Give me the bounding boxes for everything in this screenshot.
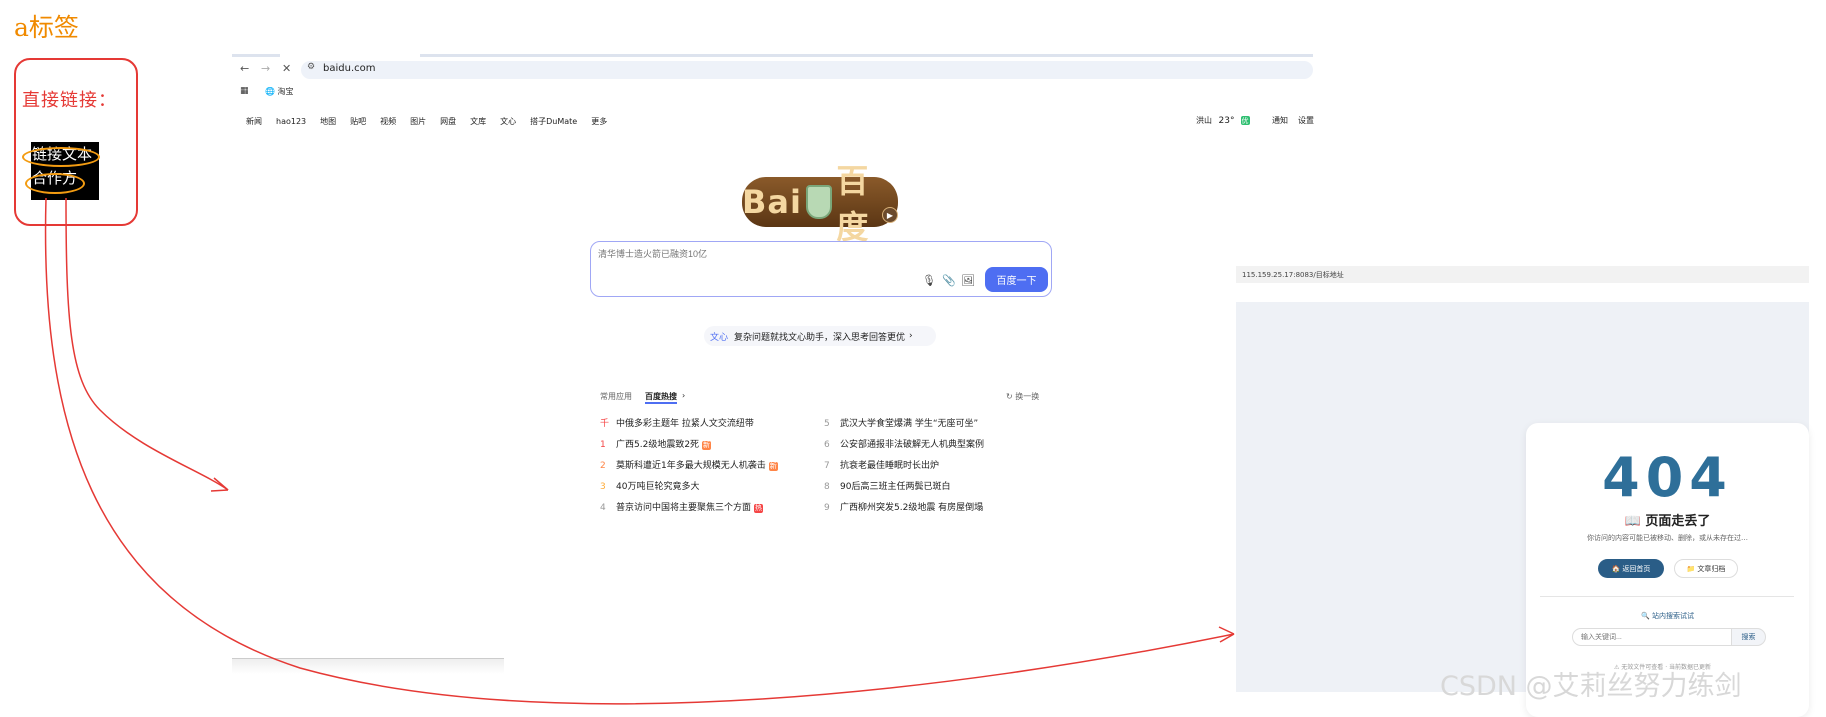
- back-icon[interactable]: ←: [240, 62, 249, 75]
- logo-text-bai: Bai: [742, 183, 802, 221]
- hot-item[interactable]: 8 90后高三班主任两鬓已斑白: [824, 479, 950, 492]
- site-search-button[interactable]: 搜索: [1731, 628, 1766, 646]
- hot-item[interactable]: 6 公安部通报非法破解无人机典型案例: [824, 437, 984, 450]
- wenxin-banner[interactable]: 文心 复杂问题就找文心助手，深入思考回答更优 ›: [704, 326, 936, 346]
- nav-tieba[interactable]: 贴吧: [350, 117, 366, 126]
- chevron-right-icon: ›: [682, 391, 686, 400]
- refresh-button[interactable]: ↻ 换一换: [1006, 391, 1039, 402]
- close-icon[interactable]: ✕: [282, 62, 291, 75]
- rank: 5: [824, 419, 830, 429]
- nav-pan[interactable]: 网盘: [440, 117, 456, 126]
- hot-item[interactable]: 7 抗衰老最佳睡眠时长出炉: [824, 458, 939, 471]
- forward-icon[interactable]: →: [261, 62, 270, 75]
- hot-item[interactable]: 2 莫斯科遭近1年多最大规模无人机袭击新: [600, 458, 778, 471]
- new-badge: 新: [768, 462, 778, 471]
- rank: 6: [824, 440, 830, 450]
- divider: [1540, 596, 1794, 597]
- wenxin-text: 复杂问题就找文心助手，深入思考回答更优: [734, 332, 906, 343]
- tab-common-apps[interactable]: 常用应用: [600, 391, 632, 402]
- hot-title: 武汉大学食堂爆满 学生“无座可坐”: [840, 419, 979, 429]
- hot-item[interactable]: 3 40万吨巨轮究竟多大: [600, 479, 699, 492]
- aqi-badge: 优: [1240, 116, 1250, 125]
- settings-link[interactable]: 设置: [1298, 115, 1314, 126]
- site-search-label: 🔍 站内搜索试试: [1641, 612, 1694, 620]
- cup-icon: [805, 185, 833, 219]
- hot-item[interactable]: 4 普京访问中国将主要聚焦三个方面热: [600, 500, 764, 513]
- hot-item[interactable]: 9 广西柳州突发5.2级地震 有房屋倒塌: [824, 500, 983, 513]
- rank: 1: [600, 440, 606, 450]
- arrowhead-baidu: [210, 477, 229, 492]
- new-badge: 新: [702, 441, 712, 450]
- wenxin-brand: 文心: [710, 332, 729, 343]
- home-button[interactable]: 🏠 返回首页: [1598, 559, 1664, 578]
- url-bar-404[interactable]: 115.159.25.17:8083/目标地址: [1236, 266, 1809, 283]
- site-settings-icon[interactable]: ⚙: [307, 62, 315, 72]
- notify-link[interactable]: 通知: [1272, 115, 1288, 126]
- chevron-right-icon: ›: [909, 331, 913, 341]
- play-icon[interactable]: ▶: [882, 207, 898, 223]
- watermark: CSDN @艾莉丝努力练剑: [1440, 671, 1742, 702]
- attachment-icon[interactable]: 📎: [942, 274, 956, 287]
- baidu-logo[interactable]: Bai 百度: [742, 162, 898, 246]
- rank: 4: [600, 503, 606, 513]
- hot-title: 抗衰老最佳睡眠时长出炉: [840, 461, 940, 471]
- annotation-label: 直接链接：: [22, 90, 117, 111]
- weather-temp: 23°: [1218, 116, 1235, 126]
- nav-hao123[interactable]: hao123: [276, 117, 306, 126]
- apps-grid-icon[interactable]: ▦: [240, 86, 249, 96]
- error-subtitle: 你访问的内容可能已被移动、删除，或从未存在过…: [1587, 534, 1748, 542]
- hot-title: 广西5.2级地震致2死: [616, 440, 700, 450]
- search-input[interactable]: [598, 246, 898, 262]
- weather-widget[interactable]: 洪山 23° 优: [1196, 115, 1250, 126]
- hot-item[interactable]: 1 广西5.2级地震致2死新: [600, 437, 712, 450]
- nav-more[interactable]: 更多: [591, 117, 607, 126]
- hot-title: 莫斯科遭近1年多最大规模无人机袭击: [616, 461, 766, 471]
- refresh-label: 换一换: [1015, 392, 1040, 401]
- url-text[interactable]: baidu.com: [323, 63, 375, 74]
- error-title: 📖 页面走丢了: [1624, 514, 1711, 529]
- address-field[interactable]: [301, 61, 1313, 79]
- nav-news[interactable]: 新闻: [246, 117, 262, 126]
- error-code: 404: [1602, 446, 1733, 509]
- arrowhead-404: [1218, 626, 1235, 643]
- nav-image[interactable]: 图片: [410, 117, 426, 126]
- rank: 3: [600, 482, 606, 492]
- bookmarks-bar: [232, 83, 1313, 101]
- hot-title: 普京访问中国将主要聚焦三个方面: [616, 503, 752, 513]
- hot-item[interactable]: 千中俄多彩主题年 拉紧人文交流纽带: [600, 416, 754, 429]
- rank: 2: [600, 461, 606, 471]
- rank: 9: [824, 503, 830, 513]
- hot-badge: 热: [754, 504, 764, 513]
- microphone-icon[interactable]: 🎙: [922, 274, 936, 287]
- rank: 7: [824, 461, 830, 471]
- bookmark-label: 淘宝: [277, 87, 294, 96]
- hot-title: 广西柳州突发5.2级地震 有房屋倒塌: [840, 503, 984, 513]
- nav-map[interactable]: 地图: [320, 117, 336, 126]
- nav-wenku[interactable]: 文库: [470, 117, 486, 126]
- tab-hot-search[interactable]: 百度热搜: [645, 391, 677, 404]
- hot-title: 40万吨巨轮究竟多大: [616, 482, 700, 492]
- hot-title: 中俄多彩主题年 拉紧人文交流纽带: [616, 419, 754, 429]
- arrow-to-baidu: [65, 197, 229, 491]
- logo-text-cn: 百度: [836, 162, 870, 246]
- weather-city: 洪山: [1196, 116, 1212, 125]
- annotation-title: a标签: [14, 13, 79, 42]
- hot-item[interactable]: 5 武汉大学食堂爆满 学生“无座可坐”: [824, 416, 978, 429]
- archive-button[interactable]: 📁 文章归档: [1674, 559, 1738, 578]
- bookmark-taobao[interactable]: 🌐 淘宝: [265, 86, 294, 97]
- highlight-oval-1: [22, 147, 100, 167]
- baidu-top-nav: 新闻 hao123 地图 贴吧 视频 图片 网盘 文库 文心 搭子DuMate 更多: [246, 116, 621, 127]
- rank: 8: [824, 482, 830, 492]
- hot-title: 90后高三班主任两鬓已斑白: [840, 482, 951, 492]
- nav-wenxin[interactable]: 文心: [500, 117, 516, 126]
- image-search-icon[interactable]: 🖼: [961, 274, 975, 287]
- hot-title: 公安部通报非法破解无人机典型案例: [840, 440, 985, 450]
- search-button[interactable]: 百度一下: [985, 267, 1048, 292]
- taskbar-fragment: [232, 658, 504, 674]
- nav-dumate[interactable]: 搭子DuMate: [530, 117, 577, 126]
- highlight-oval-2: [25, 173, 85, 194]
- nav-video[interactable]: 视频: [380, 117, 396, 126]
- site-search-input[interactable]: [1572, 628, 1732, 646]
- pin-icon: 千: [600, 419, 610, 429]
